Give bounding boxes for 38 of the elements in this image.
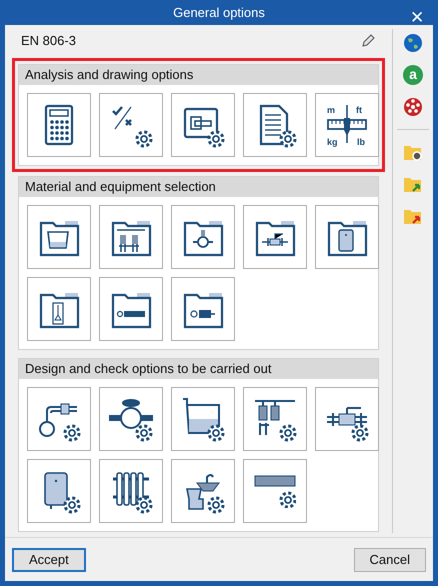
- tool-button[interactable]: [99, 387, 163, 451]
- section-header: Material and equipment selection: [19, 177, 378, 197]
- tool-button[interactable]: [171, 205, 235, 269]
- unit-label: m: [327, 105, 336, 115]
- window-title: General options: [173, 4, 265, 22]
- unit-label: ft: [356, 105, 362, 115]
- tool-button[interactable]: [27, 277, 91, 341]
- film-reel-icon[interactable]: [403, 97, 423, 117]
- tool-button[interactable]: [243, 387, 307, 451]
- bar-icon: [254, 474, 296, 508]
- tool-button[interactable]: [315, 205, 379, 269]
- tool-button[interactable]: [27, 93, 91, 157]
- unit-label: kg: [327, 137, 338, 147]
- section-header: Analysis and drawing options: [19, 65, 378, 85]
- tool-button[interactable]: [171, 459, 235, 523]
- tool-button[interactable]: [171, 277, 235, 341]
- tool-button[interactable]: [99, 93, 163, 157]
- standard-name: EN 806-3: [21, 32, 76, 50]
- tool-button[interactable]: [99, 277, 163, 341]
- tool-button[interactable]: m ft kg lb: [315, 93, 379, 157]
- tool-button[interactable]: [99, 459, 163, 523]
- unit-label: lb: [357, 137, 365, 147]
- tool-button[interactable]: [171, 93, 235, 157]
- tool-button[interactable]: [27, 205, 91, 269]
- tool-button[interactable]: [243, 93, 307, 157]
- close-button[interactable]: ✕: [405, 6, 429, 30]
- tool-button[interactable]: [243, 205, 307, 269]
- accept-button[interactable]: Accept: [12, 548, 86, 572]
- tool-button[interactable]: [171, 387, 235, 451]
- tool-button[interactable]: [243, 459, 307, 523]
- pencil-icon[interactable]: [360, 33, 376, 49]
- globe-icon[interactable]: [403, 33, 423, 53]
- section-header: Design and check options to be carried out: [19, 359, 378, 379]
- tool-button[interactable]: [27, 459, 91, 523]
- tool-button[interactable]: [315, 387, 379, 451]
- cancel-button[interactable]: Cancel: [354, 548, 426, 572]
- tool-button[interactable]: [99, 205, 163, 269]
- tool-button[interactable]: [27, 387, 91, 451]
